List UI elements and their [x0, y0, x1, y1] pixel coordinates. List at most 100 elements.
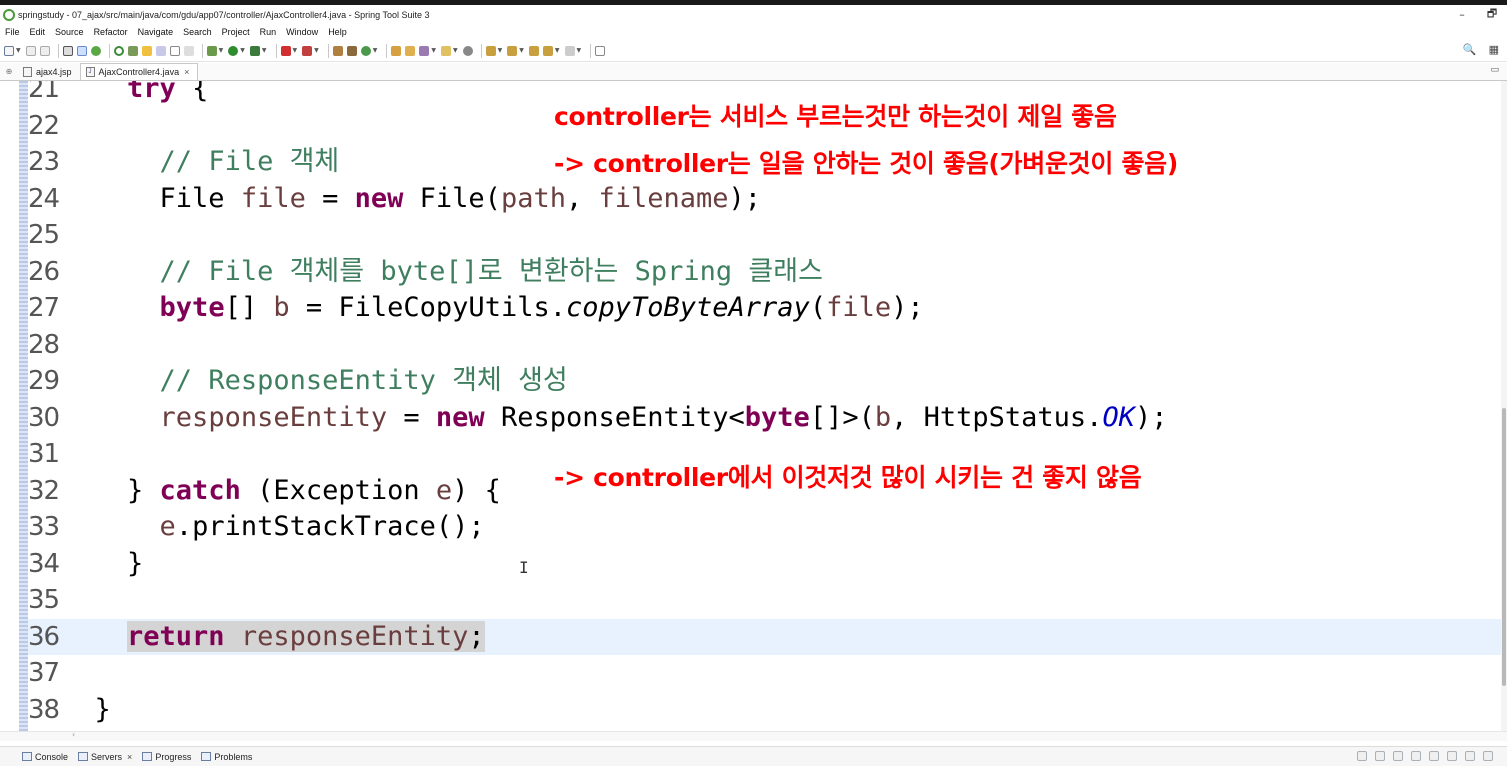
pin-icon[interactable] — [127, 45, 138, 56]
close-tab-icon[interactable]: × — [127, 752, 132, 762]
menu-navigate[interactable]: Navigate — [138, 27, 174, 37]
code-line[interactable]: 36 return responseEntity; — [28, 618, 1501, 655]
code-text: // ResponseEntity 객체 생성 — [159, 365, 568, 396]
menu-window[interactable]: Window — [286, 27, 318, 37]
back-dropdown-icon[interactable]: ▼ — [555, 47, 560, 54]
debug-dropdown-icon[interactable]: ▼ — [219, 47, 224, 54]
last-edit-icon[interactable] — [528, 45, 539, 56]
highlight-icon[interactable] — [141, 45, 152, 56]
code-line[interactable]: 27 byte[] b = FileCopyUtils.copyToByteAr… — [28, 290, 1501, 326]
code-line[interactable]: 34 } — [28, 546, 1501, 582]
new-java-icon[interactable] — [360, 45, 371, 56]
toolbar-separator — [201, 43, 203, 58]
new-class-icon[interactable] — [346, 45, 357, 56]
annotation-icon[interactable] — [462, 45, 473, 56]
code-line[interactable]: 28 — [28, 327, 1501, 363]
new-icon[interactable] — [4, 45, 14, 56]
menu-edit[interactable]: Edit — [30, 27, 46, 37]
minimize-editor-icon[interactable]: ▭ — [1490, 65, 1499, 75]
menu-bar: File Edit Source Refactor Navigate Searc… — [0, 24, 1507, 40]
scroll-left-icon[interactable]: ‹ — [72, 730, 75, 739]
prev-annotation-icon[interactable] — [507, 45, 518, 56]
code-line[interactable]: 33 e.printStackTrace(); — [28, 509, 1501, 545]
save-icon[interactable] — [25, 45, 36, 56]
tab-ajax4-jsp[interactable]: ajax4.jsp — [18, 63, 80, 80]
tab-console[interactable]: Console — [22, 752, 68, 762]
line-number: 31 — [28, 439, 60, 469]
code-line[interactable]: 26 // File 객체를 byte[]로 변환하는 Spring 클래스 — [28, 254, 1501, 290]
terminal-icon[interactable] — [62, 45, 73, 56]
code-line[interactable]: 29 // ResponseEntity 객체 생성 — [28, 363, 1501, 399]
menu-file[interactable]: File — [5, 27, 20, 37]
new-dropdown-icon[interactable]: ▼ — [16, 47, 21, 54]
search-dropdown-icon[interactable]: ▼ — [431, 47, 436, 54]
back-icon[interactable] — [542, 45, 553, 56]
code-line[interactable]: 30 responseEntity = new ResponseEntity<b… — [28, 400, 1501, 436]
minimize-button[interactable]: – — [1447, 5, 1477, 24]
save-all-icon[interactable] — [39, 45, 50, 56]
open-task-icon[interactable] — [405, 45, 416, 56]
run-icon[interactable] — [228, 45, 239, 56]
open-folder-icon[interactable] — [441, 45, 451, 56]
spring-boot-icon[interactable] — [90, 45, 101, 56]
publish-icon[interactable] — [1429, 751, 1439, 761]
tab-ajaxcontroller4-java[interactable]: J AjaxController4.java × — [79, 63, 199, 80]
open-type-icon[interactable] — [391, 45, 402, 56]
show-whitespace-icon[interactable] — [183, 45, 194, 56]
horizontal-scrollbar[interactable]: ‹ — [0, 730, 1507, 741]
search-icon[interactable]: 🔍 — [1463, 43, 1477, 56]
stop-icon[interactable] — [280, 45, 291, 56]
tab-label: Problems — [214, 751, 253, 762]
code-line[interactable]: 24 File file = new File(path, filename); — [28, 181, 1501, 217]
tab-servers[interactable]: Servers × — [78, 752, 132, 762]
menu-refactor[interactable]: Refactor — [94, 27, 128, 37]
external-tools-icon[interactable] — [249, 45, 260, 56]
block-select-icon[interactable] — [169, 45, 180, 56]
search-tool-icon[interactable] — [419, 45, 430, 56]
server-dropdown-icon[interactable]: ▼ — [314, 47, 319, 54]
perspective-icon[interactable]: ▦ — [1489, 43, 1499, 56]
new-server-icon[interactable] — [1357, 751, 1367, 761]
server-icon[interactable] — [302, 45, 313, 56]
forward-dropdown-icon[interactable]: ▼ — [577, 47, 582, 54]
format-icon[interactable] — [155, 45, 166, 56]
new-package-icon[interactable] — [332, 45, 343, 56]
stop-server-icon[interactable] — [1411, 751, 1421, 761]
open-folder-dropdown-icon[interactable]: ▼ — [453, 47, 458, 54]
stop-dropdown-icon[interactable]: ▼ — [293, 47, 298, 54]
menu-search[interactable]: Search — [183, 27, 212, 37]
next-annotation-icon[interactable] — [485, 45, 496, 56]
maximize-panel-icon[interactable] — [1483, 751, 1493, 761]
start-server-icon[interactable] — [1375, 751, 1385, 761]
view-menu-icon[interactable] — [1447, 751, 1457, 761]
menu-help[interactable]: Help — [328, 27, 347, 37]
toggle-mark-icon[interactable] — [76, 45, 87, 56]
external-tools-dropdown-icon[interactable]: ▼ — [262, 47, 267, 54]
forward-icon[interactable] — [564, 45, 575, 56]
prev-annotation-dropdown-icon[interactable]: ▼ — [519, 47, 524, 54]
run-dropdown-icon[interactable]: ▼ — [240, 47, 245, 54]
maximize-button[interactable]: 🗗 — [1477, 5, 1507, 24]
debug-icon[interactable] — [206, 45, 217, 56]
code-line[interactable]: 38 } — [28, 692, 1501, 728]
tab-label: Progress — [155, 751, 192, 762]
pin-editor-icon[interactable] — [595, 45, 606, 56]
menu-source[interactable]: Source — [55, 27, 84, 37]
menu-project[interactable]: Project — [222, 27, 250, 37]
code-line[interactable]: 35 — [28, 582, 1501, 618]
close-tab-icon[interactable]: × — [184, 67, 189, 77]
line-number: 26 — [28, 256, 60, 287]
next-annotation-dropdown-icon[interactable]: ▼ — [498, 47, 503, 54]
scrollbar-thumb[interactable] — [1502, 408, 1506, 686]
vertical-scrollbar[interactable] — [1501, 81, 1507, 731]
minimize-panel-icon[interactable] — [1465, 751, 1475, 761]
code-line[interactable]: 25 — [28, 217, 1501, 253]
new-java-dropdown-icon[interactable]: ▼ — [373, 47, 378, 54]
debug-server-icon[interactable] — [1393, 751, 1403, 761]
menu-run[interactable]: Run — [260, 27, 277, 37]
code-text: responseEntity = new ResponseEntity<byte… — [159, 401, 1168, 433]
tab-progress[interactable]: Progress — [142, 752, 191, 762]
tab-problems[interactable]: Problems — [201, 752, 252, 762]
refresh-icon[interactable] — [113, 45, 124, 56]
code-line[interactable]: 37 — [28, 655, 1501, 691]
